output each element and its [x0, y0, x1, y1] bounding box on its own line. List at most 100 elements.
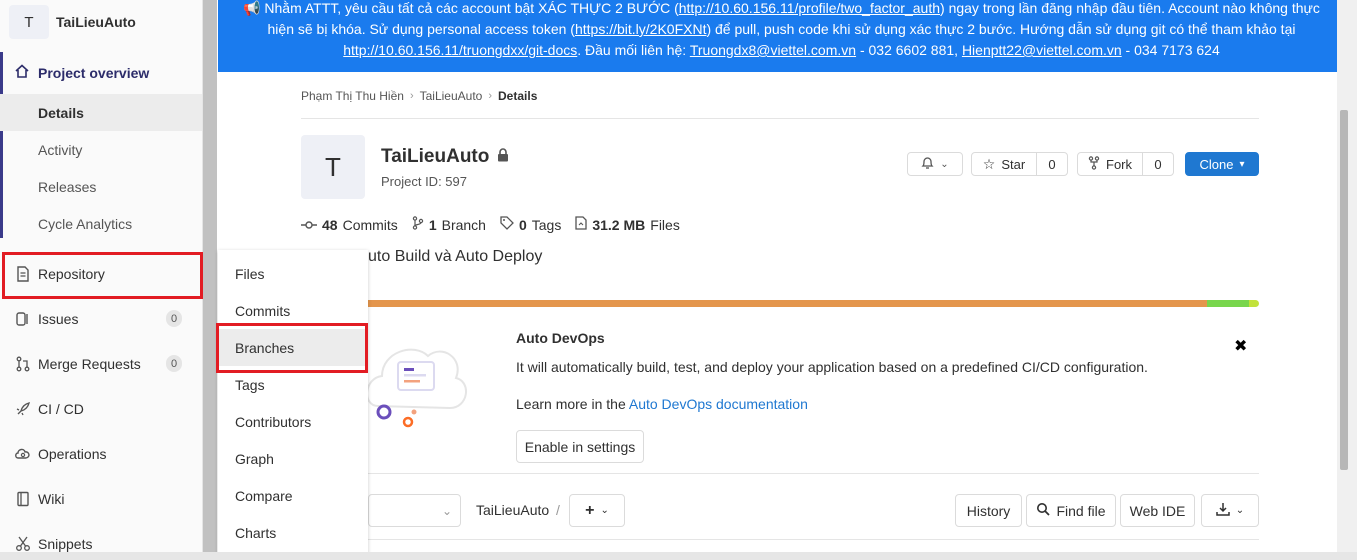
issues-icon	[14, 310, 32, 328]
fork-button[interactable]: Fork	[1077, 152, 1143, 176]
sidebar: T TaiLieuAuto Project overview Details A…	[0, 0, 203, 560]
mr-count-badge: 0	[166, 355, 182, 372]
search-icon	[1036, 502, 1051, 519]
commits-count: 48	[322, 216, 338, 233]
flyout-item-charts[interactable]: Charts	[218, 514, 368, 551]
sidebar-item-label: Operations	[38, 445, 107, 462]
repository-flyout-menu: Files Commits Branches Tags Contributors…	[218, 250, 368, 560]
scissors-icon	[14, 535, 32, 553]
sidebar-item-cicd[interactable]: CI / CD	[0, 390, 202, 427]
find-file-label: Find file	[1056, 502, 1106, 519]
rocket-icon	[14, 400, 32, 418]
close-icon[interactable]: ✖	[1234, 336, 1247, 356]
history-button[interactable]: History	[955, 494, 1022, 527]
horizontal-scrollbar[interactable]	[0, 552, 1357, 560]
sidebar-scrollbar[interactable]	[203, 0, 217, 560]
stat-commits[interactable]: 48 Commits	[301, 217, 398, 233]
sidebar-subitem-cycle-analytics[interactable]: Cycle Analytics	[0, 205, 202, 242]
project-description: uto Build và Auto Deploy	[368, 248, 543, 265]
sidebar-item-label: Merge Requests	[38, 355, 141, 372]
tags-label: Tags	[531, 216, 562, 233]
branch-label: Branch	[441, 216, 486, 233]
sidebar-item-project-overview[interactable]: Project overview	[0, 52, 202, 93]
highlight-repository	[2, 252, 203, 299]
branch-icon	[412, 216, 424, 233]
file-icon	[575, 216, 587, 233]
breadcrumb-item-user[interactable]: Phạm Thị Thu Hiền	[301, 89, 404, 103]
divider	[301, 118, 1259, 119]
repository-languages-bar	[368, 300, 1259, 307]
star-button[interactable]: ☆ Star	[971, 152, 1037, 176]
scroll-thumb[interactable]	[1340, 110, 1348, 470]
auto-devops-illustration	[366, 316, 468, 428]
banner-segment: - 032 6602 881,	[856, 42, 962, 58]
project-avatar-small: T	[9, 5, 49, 39]
sidebar-project-header[interactable]: T TaiLieuAuto	[0, 0, 202, 44]
enable-in-settings-button[interactable]: Enable in settings	[516, 430, 644, 463]
sidebar-item-issues[interactable]: Issues 0	[0, 300, 202, 337]
project-id: Project ID: 597	[381, 174, 467, 189]
flyout-item-graph[interactable]: Graph	[218, 440, 368, 477]
sidebar-item-label: Wiki	[38, 490, 65, 507]
chevron-right-icon: ›	[409, 90, 414, 102]
language-segment	[1249, 300, 1259, 307]
chevron-right-icon: ›	[488, 90, 493, 102]
breadcrumb: Phạm Thị Thu Hiền › TaiLieuAuto › Detail…	[301, 89, 537, 103]
commits-label: Commits	[342, 216, 398, 233]
flyout-item-contributors[interactable]: Contributors	[218, 403, 368, 440]
project-title: TaiLieuAuto	[381, 146, 509, 168]
banner-segment: . Đầu mối liên hệ:	[577, 42, 690, 58]
chevron-down-icon: ⌄	[441, 503, 452, 518]
chevron-down-icon: ⌄	[940, 158, 949, 170]
auto-devops-docs-link[interactable]: Auto DevOps documentation	[629, 396, 808, 412]
banner-text: 📢 Nhằm ATTT, yêu cầu tất cả các account …	[234, 0, 1329, 61]
banner-segment: 📢 Nhằm ATTT, yêu cầu tất cả các account …	[243, 0, 679, 16]
notification-dropdown-button[interactable]: ⌄	[907, 152, 963, 176]
sidebar-item-merge-requests[interactable]: Merge Requests 0	[0, 345, 202, 382]
auto-devops-title: Auto DevOps	[516, 330, 605, 346]
stat-branches[interactable]: 1 Branch	[412, 216, 486, 233]
cloud-gear-icon	[14, 445, 32, 463]
home-icon	[14, 63, 32, 82]
chevron-down-icon: ⌄	[1235, 505, 1245, 516]
plus-icon: +	[585, 501, 595, 519]
sidebar-item-label: Project overview	[38, 64, 150, 81]
find-file-button[interactable]: Find file	[1026, 494, 1116, 527]
broadcast-banner: 📢 Nhằm ATTT, yêu cầu tất cả các account …	[218, 0, 1337, 72]
download-icon	[1216, 502, 1230, 519]
stat-files[interactable]: 31.2 MB Files	[575, 216, 680, 233]
sidebar-subitem-activity[interactable]: Activity	[0, 131, 202, 168]
stat-tags[interactable]: 0 Tags	[500, 216, 561, 233]
banner-link-email-2[interactable]: Hienptt22@viettel.com.vn	[962, 42, 1122, 58]
banner-link-token[interactable]: https://bit.ly/2K0FXNt	[575, 21, 707, 37]
page-scrollbar[interactable]	[1337, 0, 1357, 560]
banner-link-email-1[interactable]: Truongdx8@viettel.com.vn	[690, 42, 856, 58]
highlight-branches	[216, 323, 368, 373]
sidebar-item-label: Snippets	[38, 535, 93, 552]
bell-icon	[921, 156, 934, 173]
project-stats: 48 Commits 1 Branch 0 Tags 31.2 MB Files	[301, 216, 680, 233]
issues-count-badge: 0	[166, 310, 182, 327]
star-icon: ☆	[982, 155, 996, 172]
sidebar-subitem-releases[interactable]: Releases	[0, 168, 202, 205]
sidebar-item-operations[interactable]: Operations	[0, 435, 202, 472]
banner-link-2fa[interactable]: http://10.60.156.11/profile/two_factor_a…	[679, 0, 940, 16]
star-count[interactable]: 0	[1036, 152, 1068, 176]
repo-path-root[interactable]: TaiLieuAuto	[476, 502, 549, 518]
breadcrumb-item-project[interactable]: TaiLieuAuto	[420, 89, 483, 103]
fork-label: Fork	[1106, 156, 1132, 172]
sidebar-item-label: CI / CD	[38, 400, 84, 417]
flyout-item-files[interactable]: Files	[218, 255, 368, 292]
web-ide-button[interactable]: Web IDE	[1120, 494, 1195, 527]
banner-link-docs[interactable]: http://10.60.156.11/truongdxx/git-docs	[343, 42, 577, 58]
sidebar-item-wiki[interactable]: Wiki	[0, 480, 202, 517]
fork-count[interactable]: 0	[1142, 152, 1174, 176]
add-to-tree-dropdown[interactable]: + ⌄	[569, 494, 625, 527]
files-size: 31.2 MB	[592, 216, 646, 233]
flyout-item-compare[interactable]: Compare	[218, 477, 368, 514]
download-dropdown-button[interactable]: ⌄	[1201, 494, 1259, 527]
divider	[368, 473, 1259, 474]
sidebar-subitem-details[interactable]: Details	[0, 94, 202, 131]
clone-dropdown-button[interactable]: Clone ▾	[1185, 152, 1259, 176]
branch-selector-dropdown[interactable]: ⌄	[368, 494, 461, 527]
